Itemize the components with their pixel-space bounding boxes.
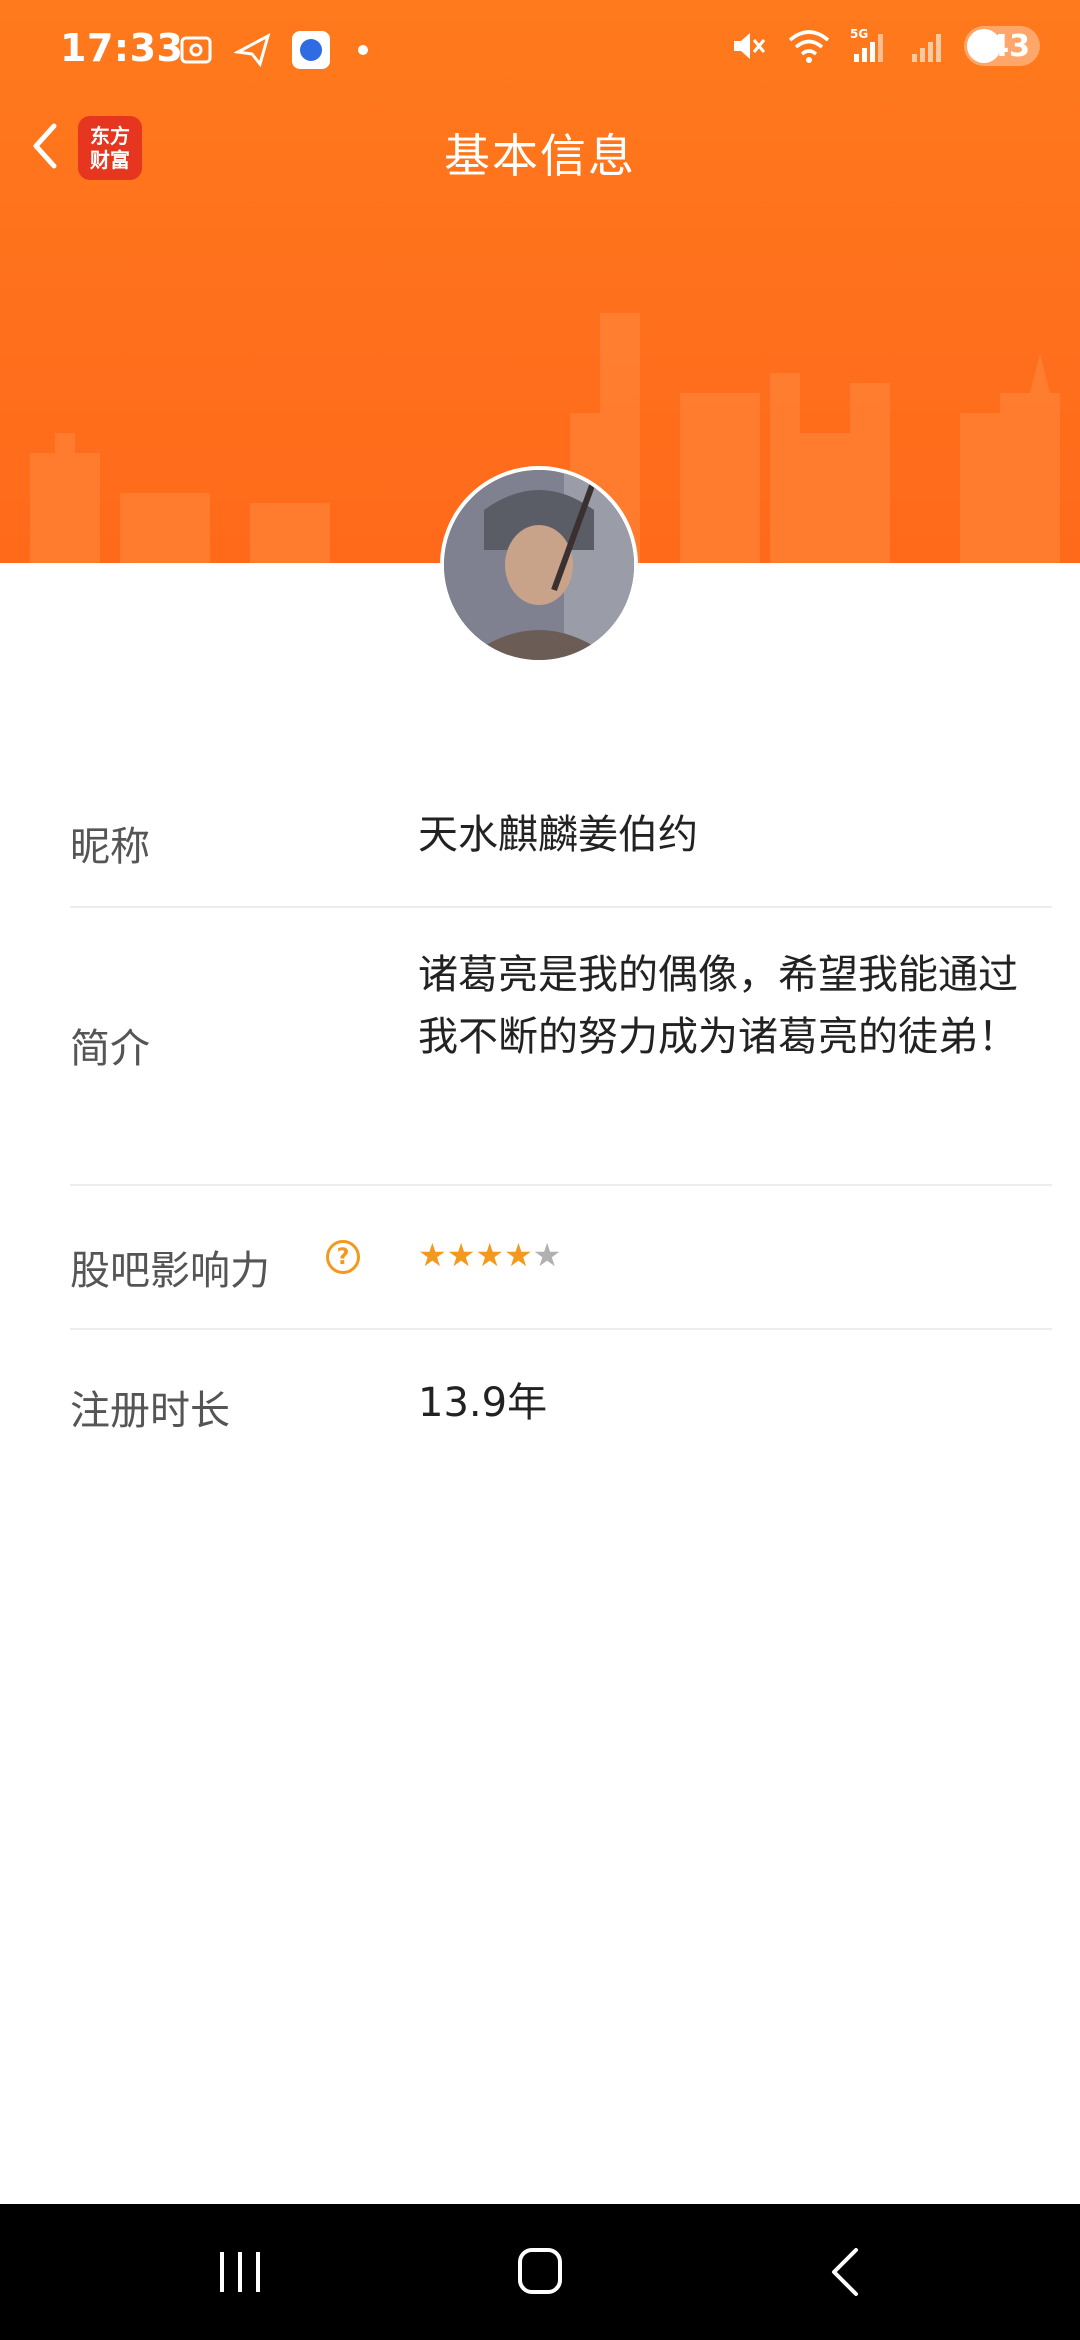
star-filled-icon: ★ [504,1236,533,1274]
influence-row: 股吧影响力 ? ★ ★ ★ ★ ★ [70,1186,1052,1330]
home-icon[interactable] [518,2248,562,2294]
registration-row: 注册时长 13.9年 [70,1330,1052,1472]
mute-icon [734,33,766,59]
recent-apps-icon[interactable] [218,2250,264,2294]
dot-icon [358,45,368,55]
avatar-image [444,470,634,660]
screenshot-icon [180,36,212,64]
bio-value: 诸葛亮是我的偶像，希望我能通过我不断的努力成为诸葛亮的徒弟！ [418,952,1018,1060]
bio-label: 简介 [70,1026,150,1072]
status-time: 17:33 [60,26,184,70]
star-filled-icon: ★ [418,1236,447,1274]
help-question-icon[interactable]: ? [326,1240,360,1274]
status-icons-right: 5G 43 [728,26,1040,66]
avatar[interactable] [440,466,638,664]
star-filled-icon: ★ [475,1236,505,1274]
star-filled-icon: ★ [446,1236,476,1274]
registration-value: 13.9年 [418,1380,548,1426]
nickname-label: 昵称 [70,824,150,870]
status-bar: 17:33 5G 43 [0,0,1080,100]
profile-info-list: 昵称 天水麒麟姜伯约 简介 诸葛亮是我的偶像，希望我能通过我不断的努力成为诸葛亮… [70,770,1052,1472]
signal-icon [912,34,941,62]
paper-plane-icon [234,33,271,68]
nickname-row: 昵称 天水麒麟姜伯约 [70,770,1052,908]
bio-row: 简介 诸葛亮是我的偶像，希望我能通过我不断的努力成为诸葛亮的徒弟！ [70,908,1052,1186]
baidu-app-icon [292,31,330,69]
influence-label: 股吧影响力 [70,1248,270,1294]
5g-signal-icon: 5G [850,27,883,62]
nav-back-icon[interactable] [826,2246,862,2298]
battery-icon: 43 [964,26,1040,66]
status-icons-left [176,30,368,70]
nickname-value: 天水麒麟姜伯约 [418,812,698,858]
registration-label: 注册时长 [70,1388,230,1434]
star-empty-icon: ★ [532,1236,562,1274]
influence-star-rating: ★ ★ ★ ★ ★ [418,1238,561,1272]
svg-text:5G: 5G [850,27,868,41]
wifi-icon [788,30,830,63]
system-navigation-bar [0,2204,1080,2340]
page-title: 基本信息 [444,129,636,183]
battery-level: 43 [988,28,1030,64]
